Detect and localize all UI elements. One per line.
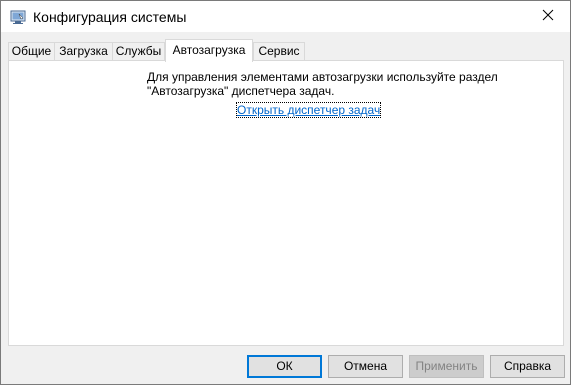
help-button[interactable]: Справка bbox=[490, 355, 565, 378]
startup-tab-panel: Для управления элементами автозагрузки и… bbox=[8, 60, 564, 346]
tab-tools[interactable]: Сервис bbox=[253, 42, 305, 61]
cancel-button[interactable]: Отмена bbox=[328, 355, 403, 378]
window-title: Конфигурация системы bbox=[33, 9, 187, 25]
tab-general[interactable]: Общие bbox=[8, 42, 55, 61]
tab-boot[interactable]: Загрузка bbox=[54, 42, 113, 61]
open-task-manager-link[interactable]: Открыть диспетчер задач bbox=[235, 102, 382, 118]
msconfig-icon bbox=[10, 9, 26, 25]
tab-strip: Общие Загрузка Службы Автозагрузка Серви… bbox=[8, 39, 564, 62]
tab-services[interactable]: Службы bbox=[112, 42, 165, 61]
close-icon bbox=[542, 9, 554, 24]
startup-message: Для управления элементами автозагрузки и… bbox=[147, 70, 547, 98]
close-button[interactable] bbox=[525, 1, 570, 32]
title-bar[interactable]: Конфигурация системы bbox=[1, 1, 570, 32]
system-configuration-window: Конфигурация системы Общие Загрузка Служ… bbox=[0, 0, 571, 385]
ok-button[interactable]: ОК bbox=[247, 355, 322, 378]
startup-message-line2: "Автозагрузка" диспетчера задач. bbox=[147, 84, 335, 98]
apply-button[interactable]: Применить bbox=[409, 355, 484, 378]
startup-message-line1: Для управления элементами автозагрузки и… bbox=[147, 70, 498, 84]
tab-startup[interactable]: Автозагрузка bbox=[165, 39, 253, 62]
